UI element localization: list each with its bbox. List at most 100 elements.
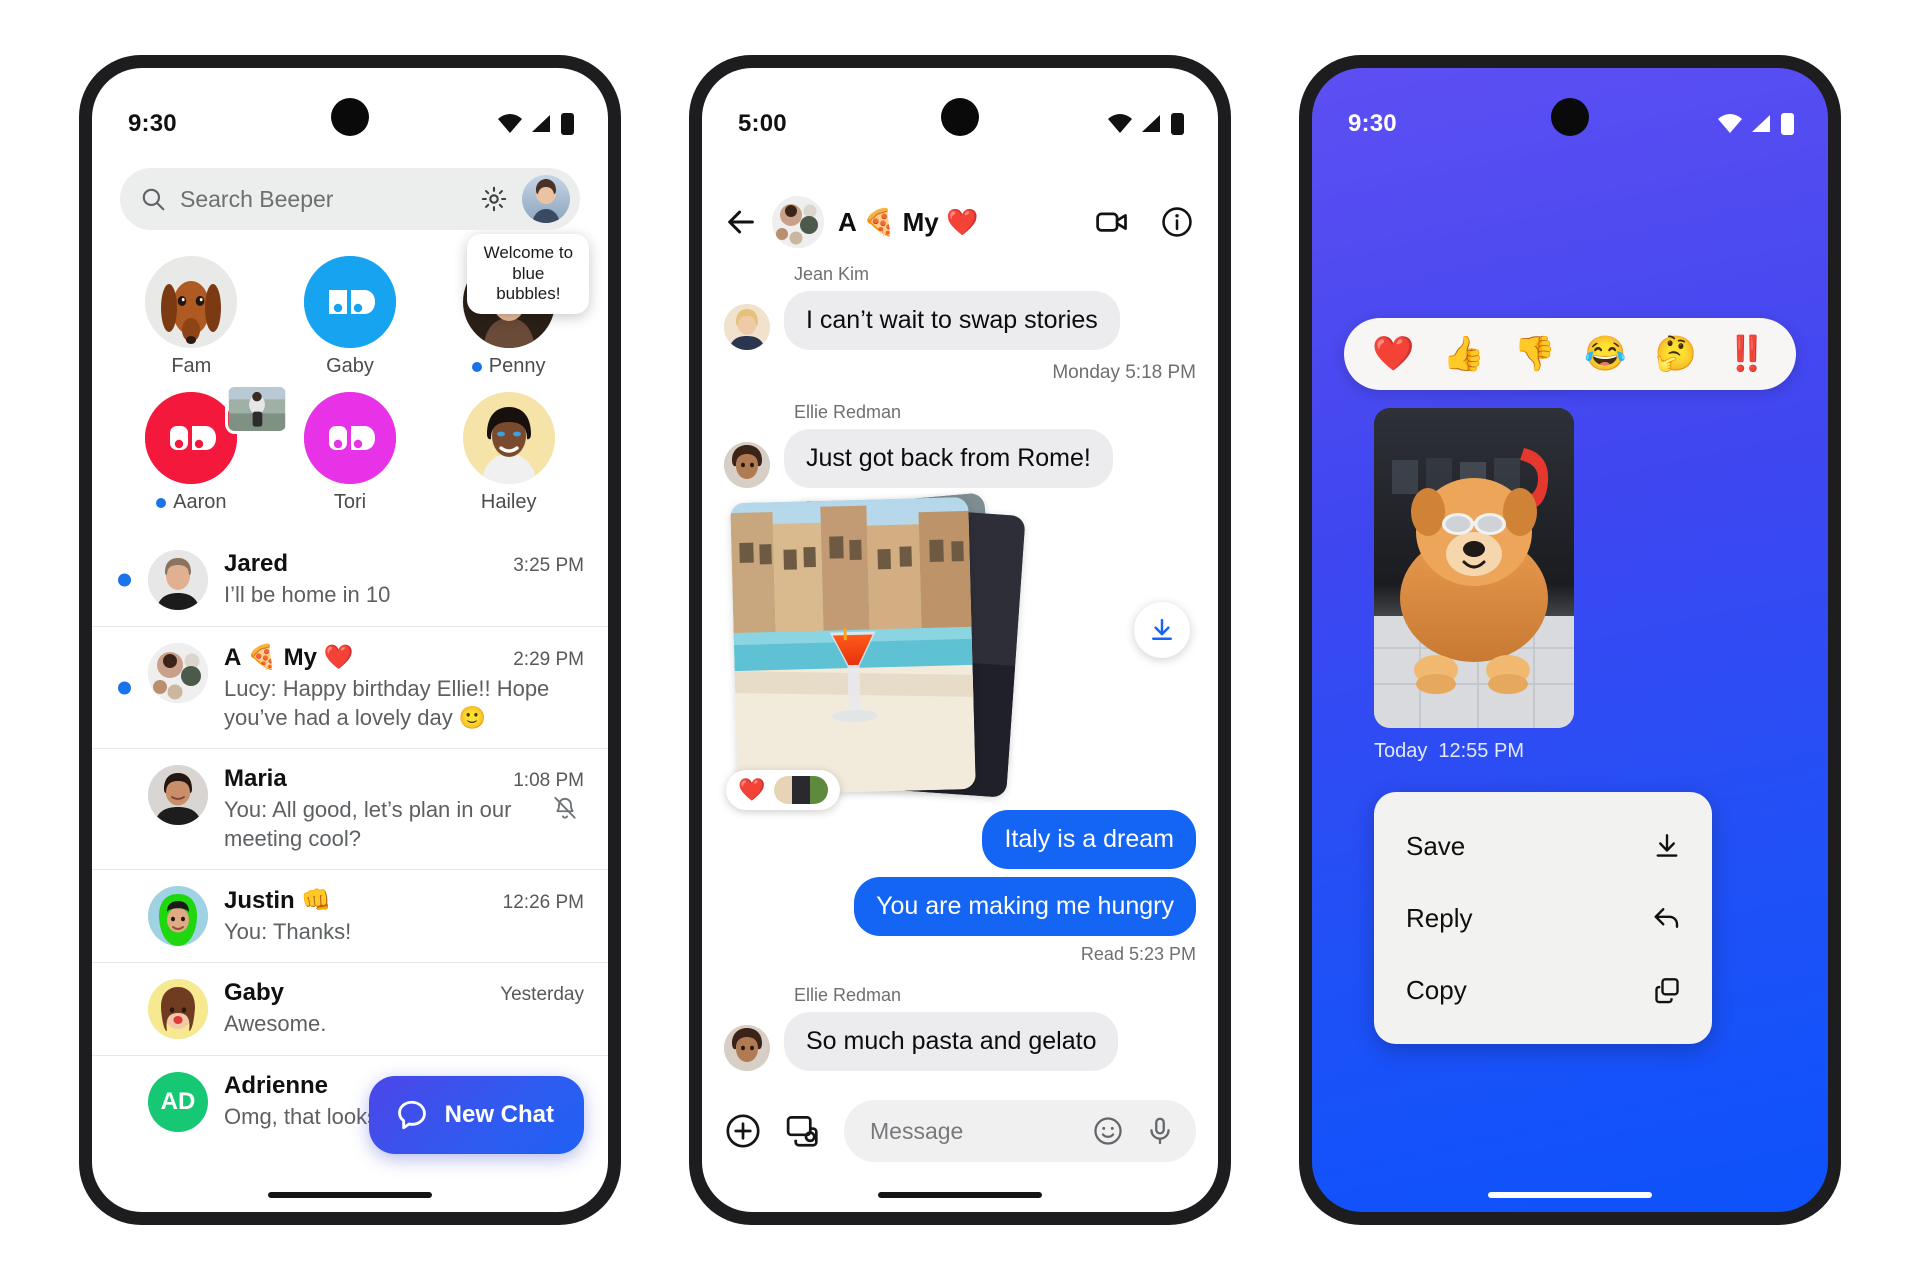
- chat-timestamp: 12:26 PM: [502, 892, 584, 914]
- profile-avatar[interactable]: [522, 175, 570, 223]
- message-sender: Jean Kim: [794, 264, 870, 284]
- phone-conversation: 5:00 A 🍕 My ❤️ Jean Kim I can’t wait to …: [689, 55, 1231, 1225]
- context-menu-label: Save: [1406, 830, 1466, 861]
- pinned-item-aaron[interactable]: Aaron: [112, 384, 289, 514]
- pinned-name: Hailey: [480, 491, 537, 513]
- emoji-smiley-icon[interactable]: [1092, 1115, 1124, 1147]
- download-icon: [1152, 618, 1172, 640]
- home-indicator: [268, 1192, 432, 1198]
- pinned-item-penny[interactable]: Welcome to blue bubbles! Penny: [429, 234, 590, 378]
- plus-circle-icon[interactable]: [724, 1112, 762, 1150]
- context-menu-item-reply[interactable]: Reply: [1374, 882, 1712, 954]
- unread-dot-icon: [471, 361, 482, 372]
- phone-media-actions: 9:30 ❤️ 👍 👎 😂 🤔 ‼️ Today 12:55 PM Save R…: [1299, 55, 1841, 1225]
- wifi-icon: [1718, 114, 1742, 133]
- search-bar[interactable]: Search Beeper: [120, 168, 580, 230]
- reaction-chip[interactable]: ❤️: [726, 770, 841, 810]
- search-input[interactable]: Search Beeper: [180, 186, 466, 213]
- conversation-header: A 🍕 My ❤️: [702, 186, 1218, 258]
- media-context-menu: Save Reply Copy: [1374, 792, 1712, 1044]
- chat-timestamp: 2:29 PM: [513, 649, 584, 670]
- media-photo-dog[interactable]: [1374, 408, 1574, 728]
- message-thread: Jean Kim I can’t wait to swap stories Mo…: [702, 264, 1218, 1090]
- avatar: [303, 256, 396, 348]
- chat-list-item[interactable]: Justin 👊 12:26 PM You: Thanks!: [92, 869, 608, 962]
- pinned-name: Fam: [171, 355, 212, 377]
- status-indicators: [1107, 113, 1184, 135]
- new-chat-button[interactable]: New Chat: [368, 1076, 584, 1154]
- camera-punch-hole: [1551, 98, 1589, 136]
- reaction-heart-icon[interactable]: ❤️: [1372, 334, 1414, 374]
- group-avatar[interactable]: [772, 196, 824, 248]
- photo-attachment-stack[interactable]: ❤️: [724, 492, 1026, 810]
- chat-list-item[interactable]: Gaby Yesterday Awesome.: [92, 962, 608, 1055]
- status-indicators: [497, 113, 574, 135]
- search-icon: [142, 188, 165, 211]
- pinned-item-hailey[interactable]: Hailey: [429, 392, 588, 514]
- unread-dot-icon: [118, 573, 131, 587]
- reaction-thinking-icon[interactable]: 🤔: [1655, 334, 1697, 374]
- photo-camera-icon[interactable]: [784, 1112, 822, 1150]
- microphone-icon[interactable]: [1144, 1115, 1176, 1147]
- pinned-name: Aaron: [173, 491, 227, 513]
- avatar: [145, 392, 238, 484]
- pinned-item-label: Gaby: [326, 355, 374, 378]
- wifi-icon: [498, 114, 522, 133]
- context-menu-item-copy[interactable]: Copy: [1374, 954, 1712, 1026]
- battery-icon: [1781, 113, 1794, 135]
- pinned-name: Tori: [333, 491, 367, 513]
- avatar: [724, 304, 770, 350]
- reaction-laugh-icon[interactable]: 😂: [1584, 334, 1626, 374]
- chat-preview: You: All good, let’s plan in our meeting…: [224, 795, 584, 853]
- chat-preview: I’ll be home in 10: [224, 582, 391, 607]
- gear-icon[interactable]: [480, 185, 508, 213]
- avatar: [145, 256, 238, 348]
- wifi-icon: [1108, 114, 1132, 133]
- message-sender: Ellie Redman: [794, 402, 902, 422]
- reply-arrow-icon: [1654, 908, 1679, 928]
- context-menu-item-save[interactable]: Save: [1374, 810, 1712, 882]
- avatar: [724, 442, 770, 488]
- chat-preview: Lucy: Happy birthday Ellie!! Hope you’ve…: [224, 676, 550, 731]
- reaction-thumbsup-icon[interactable]: 👍: [1443, 334, 1485, 374]
- chat-name: Maria: [224, 765, 287, 793]
- chat-list-item[interactable]: A 🍕 My ❤️ 2:29 PM Lucy: Happy birthday E…: [92, 626, 608, 748]
- pinned-item-label: Aaron: [156, 491, 227, 514]
- signal-icon: [1142, 115, 1160, 132]
- copy-icon: [1655, 978, 1679, 1004]
- video-camera-icon[interactable]: [1094, 204, 1130, 240]
- back-arrow-icon[interactable]: [724, 205, 758, 239]
- pinned-item-label: Hailey: [481, 491, 537, 514]
- new-chat-label: New Chat: [444, 1101, 554, 1128]
- camera-punch-hole: [941, 98, 979, 136]
- pinned-item-tori[interactable]: Tori: [271, 392, 430, 514]
- avatar-initials: AD: [160, 1088, 196, 1116]
- status-time: 9:30: [128, 110, 177, 137]
- signal-icon: [1752, 115, 1770, 132]
- info-circle-icon[interactable]: [1160, 205, 1194, 239]
- message-row-incoming: Just got back from Rome!: [724, 429, 1196, 488]
- three-phone-mockup: 9:30 Search Beeper Fam Gaby Welcome to b…: [0, 0, 1920, 1280]
- media-timestamp: Today 12:55 PM: [1374, 740, 1524, 763]
- chat-content: A 🍕 My ❤️ 2:29 PM Lucy: Happy birthday E…: [224, 643, 584, 732]
- chat-list-item[interactable]: Maria 1:08 PM You: All good, let’s plan …: [92, 748, 608, 869]
- message-input[interactable]: Message: [844, 1100, 1196, 1162]
- mute-bell-icon: [554, 796, 576, 819]
- pinned-item-gaby[interactable]: Gaby: [271, 256, 430, 378]
- pinned-item-fam[interactable]: Fam: [112, 256, 271, 378]
- status-time: 9:30: [1348, 110, 1397, 137]
- photo-front-rome[interactable]: [730, 496, 976, 796]
- pinned-item-label: Fam: [171, 355, 211, 378]
- signal-icon: [532, 115, 550, 132]
- reaction-exclamation-icon[interactable]: ‼️: [1725, 334, 1767, 374]
- avatar: [462, 392, 555, 484]
- chat-list-item[interactable]: Jared 3:25 PM I’ll be home in 10: [92, 534, 608, 626]
- camera-punch-hole: [331, 98, 369, 136]
- reaction-thumbsdown-icon[interactable]: 👎: [1513, 334, 1555, 374]
- reactor-avatars: [774, 776, 829, 804]
- status-indicators: [1717, 113, 1794, 135]
- message-bubble: Just got back from Rome!: [784, 429, 1113, 488]
- download-attachment-button[interactable]: [1134, 602, 1190, 658]
- reaction-picker-bar[interactable]: ❤️ 👍 👎 😂 🤔 ‼️: [1344, 318, 1796, 390]
- chat-timestamp: 1:08 PM: [513, 770, 584, 792]
